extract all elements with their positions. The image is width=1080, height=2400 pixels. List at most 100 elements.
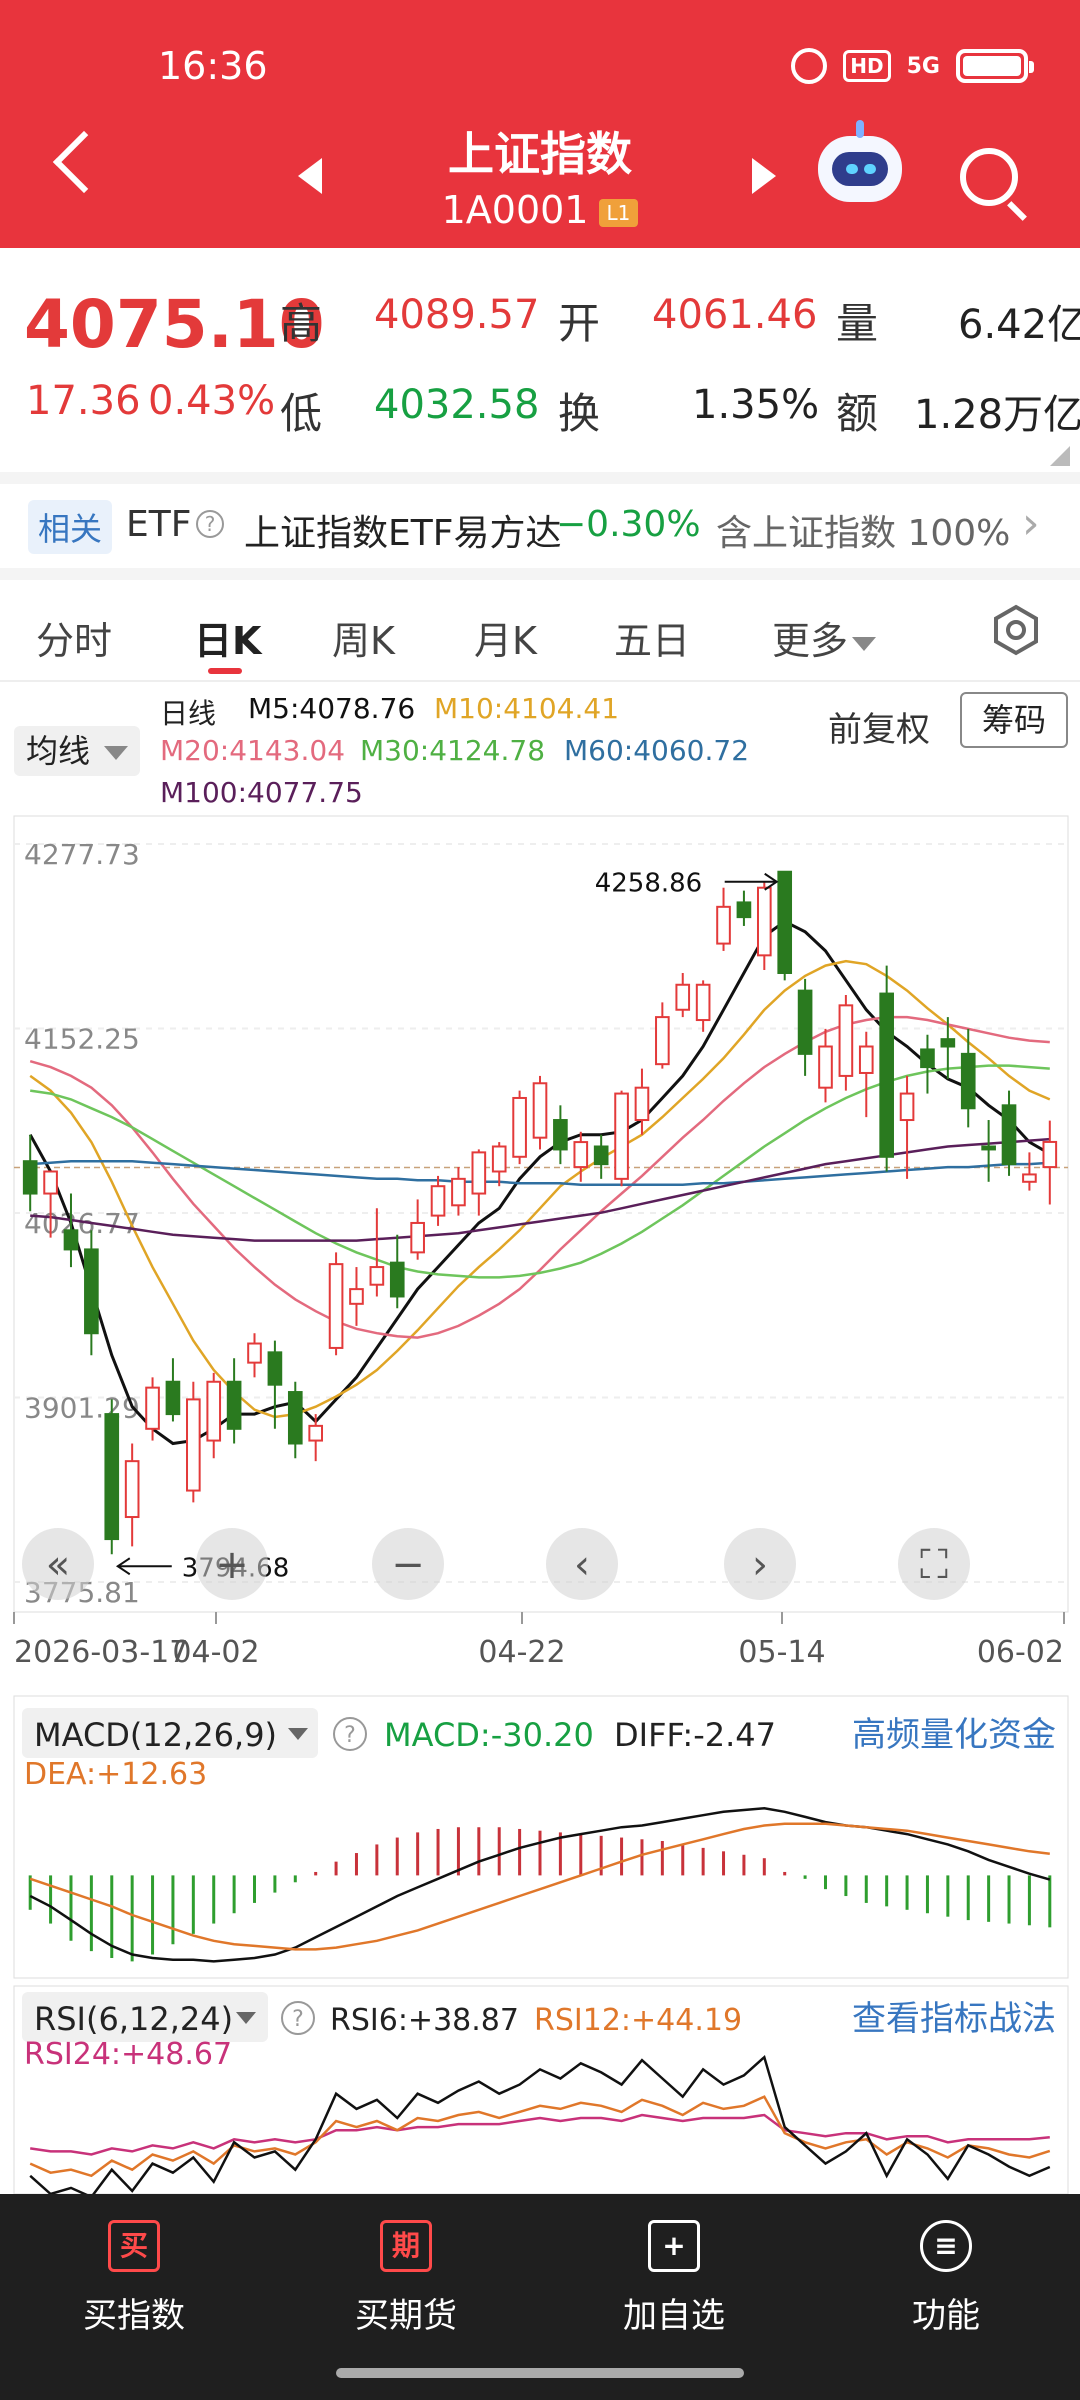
dea-value: DEA:+12.63: [24, 1757, 207, 1792]
candle-body: [328, 1263, 344, 1349]
y-tick-label: 4277.73: [24, 838, 140, 871]
related-tag: 相关: [28, 500, 113, 554]
open-label: 开: [558, 299, 601, 348]
kline-chart[interactable]: 4277.734152.254026.773901.293775.814258.…: [0, 812, 1080, 1678]
candle-body: [247, 1342, 262, 1364]
rsi-params: RSI(6,12,24): [34, 2000, 233, 2038]
low-value: 4032.58: [374, 382, 540, 428]
x-tick-label: 05-14: [738, 1635, 825, 1670]
x-tick-label: 04-02: [172, 1635, 259, 1670]
add-watchlist-button[interactable]: + 加自选: [574, 2220, 774, 2337]
ma-selector-label: 均线: [26, 732, 91, 770]
tab-more-label: 更多: [772, 619, 849, 663]
candle-body: [84, 1248, 99, 1335]
candle-body: [145, 1386, 160, 1430]
candle-body: [1001, 1104, 1017, 1166]
candle-body: [960, 1052, 976, 1110]
ma-m100: M100:4077.75: [160, 776, 363, 809]
high-label: 高: [280, 299, 323, 348]
candle-body: [532, 1082, 548, 1139]
candle-body: [124, 1460, 140, 1519]
functions-button[interactable]: ≡ 功能: [846, 2220, 1046, 2337]
candle-body: [797, 989, 813, 1055]
fullscreen-button-glyph: ⛶: [920, 1542, 948, 1588]
ma-m30: M30:4124.78: [360, 734, 546, 767]
etf-prefix: ETF: [126, 504, 192, 545]
candle-body: [756, 886, 772, 957]
quote-panel: 4075.10 17.36 0.43% 高 4089.57 开 4061.46 …: [0, 248, 1080, 480]
y-tick-label: 4026.77: [24, 1207, 140, 1240]
candle-body: [43, 1170, 58, 1195]
x-tick-label: 2026-03-17: [14, 1635, 188, 1670]
candle-body: [349, 1288, 364, 1305]
related-etf-bar[interactable]: 相关 ETF ? 上证指数ETF易方达 −0.30% 含上证指数 100% ›: [0, 490, 1080, 560]
chip-button[interactable]: 筹码: [960, 692, 1068, 748]
buy-futures-label: 买期货: [355, 2296, 457, 2336]
candle-body: [899, 1092, 915, 1122]
functions-label: 功能: [912, 2296, 980, 2336]
etf-change: −0.30%: [556, 504, 701, 545]
x-tick-label: 04-22: [478, 1635, 565, 1670]
candle-body: [593, 1145, 609, 1166]
candle-body: [838, 1004, 854, 1077]
candle-body: [981, 1145, 996, 1151]
ma-m60: M60:4060.72: [564, 734, 750, 767]
caret-down-icon: [104, 746, 129, 760]
rsi6-value: RSI6:+38.87: [330, 2003, 519, 2038]
ma-legend: 均线 日线 M5:4078.76 M10:4104.41 M20:4143.04…: [0, 682, 1080, 812]
tab-weekly-k[interactable]: 周K: [332, 610, 395, 665]
candle-body: [369, 1266, 385, 1286]
etf-help-icon[interactable]: ?: [196, 510, 224, 538]
expand-corner-icon[interactable]: [1050, 446, 1070, 466]
stock-code-row: 1A0001 L1: [0, 188, 1080, 232]
rsi24-value: RSI24:+48.67: [24, 2037, 232, 2072]
tab-monthly-k[interactable]: 月K: [474, 610, 537, 665]
candle-body: [22, 1160, 38, 1195]
candle-body: [186, 1398, 201, 1492]
price-change: 17.36: [26, 378, 141, 424]
buy-icon: 买: [108, 2220, 160, 2272]
buy-index-button[interactable]: 买 买指数: [34, 2220, 234, 2337]
adjust-button[interactable]: 前复权: [828, 702, 930, 751]
tab-intraday[interactable]: 分时: [36, 610, 112, 665]
add-icon: +: [648, 2220, 700, 2272]
status-icons: HD 5G: [791, 48, 1034, 84]
macd-chart: MACD(12,26,9)? MACD:-30.20 DIFF:-2.47 高频量化资…: [13, 1695, 1069, 1979]
candle-body: [573, 1141, 589, 1169]
turnover-label: 换: [558, 389, 601, 438]
etf-holding: 含上证指数 100%: [716, 513, 1011, 554]
max-price-label: 4258.86: [595, 869, 703, 899]
zoom-in-button-glyph: +: [215, 1542, 249, 1588]
rsi-help-glyph: ?: [292, 2007, 304, 2032]
divider: [0, 472, 1080, 484]
candle-body: [695, 983, 711, 1022]
next-stock-icon[interactable]: [752, 158, 776, 194]
macd-strategy-link[interactable]: 高频量化资金: [852, 1715, 1056, 1755]
candle-body: [308, 1424, 324, 1442]
tab-more[interactable]: 更多: [772, 610, 877, 665]
macd-params: MACD(12,26,9): [34, 1716, 277, 1754]
rsi-strategy-link[interactable]: 查看指标战法: [852, 1999, 1056, 2039]
volume-value: 6.42亿: [958, 302, 1080, 348]
hd-icon: HD: [843, 50, 891, 82]
candle-body: [451, 1177, 466, 1207]
menu-icon: ≡: [920, 2220, 972, 2272]
scroll-left-button-glyph: ‹: [574, 1542, 590, 1588]
candle-body: [226, 1380, 242, 1430]
candle-body: [430, 1185, 446, 1217]
robot-assistant-icon[interactable]: [818, 120, 902, 202]
buy-futures-button[interactable]: 期 买期货: [306, 2220, 506, 2337]
settings-hexagon-icon[interactable]: [990, 604, 1042, 656]
candle-body: [471, 1151, 487, 1195]
etf-name: 上证指数ETF易方达: [244, 513, 562, 554]
amount-label: 额: [836, 389, 879, 438]
x-tick-label: 06-02: [977, 1635, 1064, 1670]
ma-m5: M5:4078.76: [248, 692, 416, 725]
futures-icon: 期: [380, 2220, 432, 2272]
battery-icon: [956, 49, 1034, 83]
search-icon[interactable]: [960, 148, 1018, 206]
tab-daily-k[interactable]: 日K: [194, 610, 261, 665]
candle-body: [410, 1221, 425, 1254]
tab-five-day[interactable]: 五日: [614, 610, 690, 665]
ma-selector-button[interactable]: 均线: [14, 726, 140, 776]
